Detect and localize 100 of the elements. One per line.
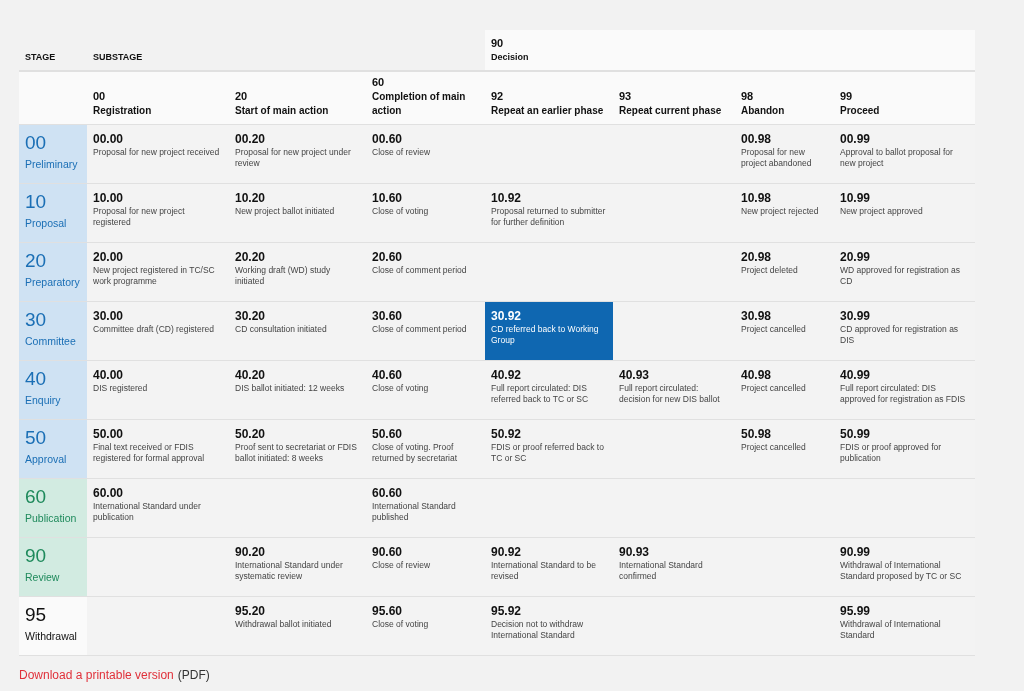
substage-code: 50.20 — [235, 426, 267, 442]
stage-name: Approval — [25, 452, 68, 467]
substage-description: Close of voting. Proof returned by secretariat — [372, 442, 459, 464]
substage-description: Close of voting — [372, 383, 430, 394]
substage-code: 20.00 — [93, 249, 125, 265]
stage-number: 60 — [25, 485, 48, 509]
substage-description: International Standard under systematic review — [235, 560, 344, 582]
substage-code: 00.99 — [840, 131, 872, 147]
substage-code: 50.60 — [372, 426, 404, 442]
substage-code: 90.99 — [840, 544, 872, 560]
substage-code: 00.20 — [235, 131, 267, 147]
substage-code: 40.99 — [840, 367, 872, 383]
substage-description: International Standard under publication — [93, 501, 202, 523]
substage-description: Close of review — [372, 560, 432, 571]
substage-description: Withdrawal of International Standard — [840, 619, 942, 641]
substage-code: 30.20 — [235, 308, 267, 324]
substage-description: Project deleted — [741, 265, 799, 276]
substage-description: Proof sent to secretariat or FDIS ballot initiated: 8 weeks — [235, 442, 358, 464]
file-type-label: (PDF) — [177, 667, 210, 684]
substage-description: New project ballot initiated — [235, 206, 336, 217]
substage-description: Decision not to withdraw International Standard — [491, 619, 585, 641]
substage-description: Proposal for new project received — [93, 147, 221, 158]
substage-description: Full report circulated: DIS referred back to TC or SC — [491, 383, 590, 405]
substage-code: 40.00 — [93, 367, 125, 383]
column-code: 00 — [93, 89, 107, 104]
substage-description: Working draft (WD) study initiated — [235, 265, 332, 287]
substage-code: 10.98 — [741, 190, 773, 206]
stage-name: Proposal — [25, 216, 68, 231]
substage-description: Project cancelled — [741, 324, 807, 335]
substage-code: 00.60 — [372, 131, 404, 147]
substage-code: 30.60 — [372, 308, 404, 324]
download-link[interactable]: Download a printable version — [19, 666, 174, 684]
substage-code: 95.92 — [491, 603, 523, 619]
substage-code: 00.00 — [93, 131, 125, 147]
column-code: 92 — [491, 89, 505, 104]
substage-code: 90.93 — [619, 544, 651, 560]
substage-description: Close of voting — [372, 619, 430, 630]
column-title: Start of main action — [235, 104, 330, 118]
substage-code: 10.92 — [491, 190, 523, 206]
substage-code: 40.60 — [372, 367, 404, 383]
substage-code: 40.92 — [491, 367, 523, 383]
substage-code: 60.00 — [93, 485, 125, 501]
column-code: 90 — [491, 36, 505, 51]
substage-description: Full report circulated: DIS approved for registration as FDIS — [840, 383, 967, 405]
column-title: Abandon — [741, 104, 786, 118]
substage-code: 30.98 — [741, 308, 773, 324]
table-cell[interactable]: 30.92 CD referred back to Working Group — [485, 302, 613, 361]
substage-code: 90.60 — [372, 544, 404, 560]
substage-code: 40.98 — [741, 367, 773, 383]
substage-code: 20.60 — [372, 249, 404, 265]
substage-description: CD consultation initiated — [235, 324, 328, 335]
substage-description: CD referred back to Working Group — [491, 324, 600, 346]
substage-code: 50.98 — [741, 426, 773, 442]
stage-name: Enquiry — [25, 393, 62, 408]
substage-code: 95.99 — [840, 603, 872, 619]
substage-description: International Standard confirmed — [619, 560, 704, 582]
substage-description: Committee draft (CD) registered — [93, 324, 215, 335]
stage-name: Withdrawal — [25, 629, 78, 644]
substage-description: DIS registered — [93, 383, 149, 394]
substage-code: 50.99 — [840, 426, 872, 442]
substage-description: Full report circulated: decision for new DIS ballot — [619, 383, 721, 405]
substage-description: Proposal returned to submitter for further definition — [491, 206, 607, 228]
substage-code: 20.98 — [741, 249, 773, 265]
substage-code: 60.60 — [372, 485, 404, 501]
column-code: 60 — [372, 75, 386, 90]
column-header: SUBSTAGE — [93, 50, 143, 64]
substage-description: WD approved for registration as CD — [840, 265, 961, 287]
stage-name: Committee — [25, 334, 77, 349]
substage-description: Close of review — [372, 147, 432, 158]
substage-description: New project rejected — [741, 206, 820, 217]
stage-name: Publication — [25, 511, 78, 526]
substage-code: 30.99 — [840, 308, 872, 324]
substage-description: New project approved — [840, 206, 924, 217]
substage-description: Close of voting — [372, 206, 430, 217]
column-title: Decision — [491, 51, 530, 64]
substage-description: Withdrawal ballot initiated — [235, 619, 333, 630]
column-title: Repeat an earlier phase — [491, 104, 605, 118]
substage-description: Project cancelled — [741, 383, 807, 394]
substage-description: Close of comment period — [372, 265, 468, 276]
column-header: STAGE — [25, 50, 56, 64]
substage-description: FDIS or proof referred back to TC or SC — [491, 442, 605, 464]
substage-code: 10.99 — [840, 190, 872, 206]
substage-code: 95.60 — [372, 603, 404, 619]
substage-description: Approval to ballot proposal for new project — [840, 147, 954, 169]
substage-code: 40.20 — [235, 367, 267, 383]
substage-code: 90.92 — [491, 544, 523, 560]
substage-description: Proposal for new project abandoned — [741, 147, 813, 169]
column-code: 20 — [235, 89, 249, 104]
substage-description: CD approved for registration as DIS — [840, 324, 960, 346]
substage-code: 10.60 — [372, 190, 404, 206]
stage-number: 10 — [25, 190, 48, 214]
column-title: Proceed — [840, 104, 881, 118]
substage-code: 30.00 — [93, 308, 125, 324]
substage-code: 10.20 — [235, 190, 267, 206]
substage-code: 00.98 — [741, 131, 773, 147]
substage-code: 50.92 — [491, 426, 523, 442]
stage-name: Preparatory — [25, 275, 81, 290]
stage-name: Preliminary — [25, 157, 79, 172]
stage-number: 40 — [25, 367, 48, 391]
substage-description: Withdrawal of International Standard proposed by TC or SC — [840, 560, 963, 582]
